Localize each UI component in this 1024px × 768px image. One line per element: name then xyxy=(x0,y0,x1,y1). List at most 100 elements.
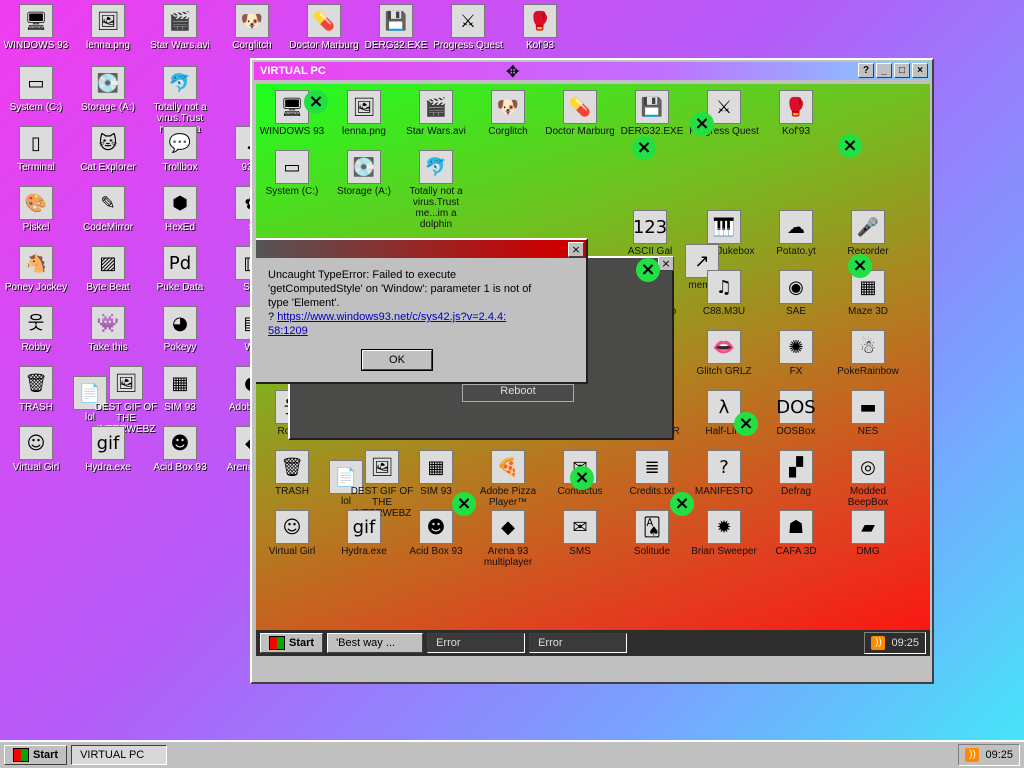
desktop-icon-label: Acid Box 93 xyxy=(153,462,207,473)
virtual-desktop-icon[interactable]: DOS DOSBox xyxy=(760,390,832,437)
desktop-icon[interactable]: ⬢ HexEd xyxy=(144,186,216,233)
desktop-icon[interactable]: ☻ Acid Box 93 xyxy=(144,426,216,473)
virtual-desktop-icon[interactable]: ◉ SAE xyxy=(760,270,832,317)
mine-icon: ✹ xyxy=(707,510,741,544)
virtual-desktop-icon[interactable]: ☁ Potato.yt xyxy=(760,210,832,257)
virtual-desktop-icon[interactable]: ≣ Credits.txt xyxy=(616,450,688,497)
virtual-taskbar: Start 'Best way ... Error Error )) 09:25 xyxy=(256,630,930,656)
virtual-desktop-icon-label: Storage (A:) xyxy=(337,186,391,197)
error-dialog-titlebar[interactable]: × xyxy=(256,240,586,258)
virtual-desktop-icon[interactable]: 💊 Doctor Marburg xyxy=(544,90,616,137)
rss-icon[interactable]: )) xyxy=(871,636,886,650)
desktop-icon[interactable]: ☺ Virtual Girl xyxy=(0,426,72,473)
error-message: Uncaught TypeError: Failed to execute 'g… xyxy=(256,258,586,348)
desktop-icon[interactable]: ▨ Byte Beat xyxy=(72,246,144,293)
desktop-icon[interactable]: 💽 Storage (A:) xyxy=(72,66,144,113)
desktop-icon[interactable]: ⚔ Progress Quest xyxy=(432,4,504,51)
ok-button[interactable]: OK xyxy=(361,349,433,371)
virtual-desktop-icon[interactable]: ◆ Arena 93 multiplayer xyxy=(472,510,544,568)
virtual-pc-window[interactable]: VIRTUAL PC ? _ □ × 🖥 WINDOWS 93 🖼 lenna.png… xyxy=(250,58,934,684)
face-icon: ☺ xyxy=(275,510,309,544)
pd-icon: Pd xyxy=(163,246,197,280)
desktop-icon[interactable]: 🖥 WINDOWS 93 xyxy=(0,4,72,51)
virtual-desktop-icon[interactable]: ? MANIFESTO xyxy=(688,450,760,497)
desktop-icon[interactable]: 🐶 Corglitch xyxy=(216,4,288,51)
desktop-icon-label: Progress Quest xyxy=(433,40,503,51)
desktop-icon[interactable]: 🎨 Piskel xyxy=(0,186,72,233)
close-icon[interactable]: × xyxy=(658,256,674,271)
virtual-desktop-icon[interactable]: ◎ Modded BeepBox xyxy=(832,450,904,508)
x-marker-icon: × xyxy=(690,112,714,136)
virtual-desktop-icon-label: Glitch GRLZ xyxy=(696,366,752,377)
virtual-pc-titlebar[interactable]: VIRTUAL PC ? _ □ × xyxy=(254,62,930,80)
desktop-icon-label: Virtual Girl xyxy=(12,462,60,473)
start-button[interactable]: Start xyxy=(4,745,68,765)
desktop-icon[interactable]: ▯ Terminal xyxy=(0,126,72,173)
virtual-desktop-icon[interactable]: ☻ Acid Box 93 xyxy=(400,510,472,557)
help-button[interactable]: ? xyxy=(858,63,874,78)
desktop-icon[interactable]: ▭ System (C:) xyxy=(0,66,72,113)
minimize-button[interactable]: _ xyxy=(876,63,892,78)
virtual-desktop-icon[interactable]: ▬ NES xyxy=(832,390,904,437)
virtual-desktop-icon[interactable]: ▦ SIM 93 xyxy=(400,450,472,497)
virtual-desktop-icon[interactable]: 🥊 Kof'93 xyxy=(760,90,832,137)
fx-icon: ✺ xyxy=(779,330,813,364)
virtual-desktop-icon-label: lenna.png xyxy=(342,126,386,137)
virtual-desktop-icon[interactable]: 🐶 Corglitch xyxy=(472,90,544,137)
desktop-icon[interactable]: 🖼 lenna.png xyxy=(72,4,144,51)
virtual-desktop-icon[interactable]: 💽 Storage (A:) xyxy=(328,150,400,197)
reboot-button[interactable]: Reboot xyxy=(462,384,574,402)
virtual-desktop-icon[interactable]: ▦ Maze 3D xyxy=(832,270,904,317)
virtual-desktop-icon[interactable]: ☃ PokeRainbow xyxy=(832,330,904,377)
virtual-desktop-icon[interactable]: 🍕 Adobe Pizza Player™ xyxy=(472,450,544,508)
virtual-desktop-icon[interactable]: gif Hydra.exe xyxy=(328,510,400,557)
virtual-desktop-icon[interactable]: ✺ FX xyxy=(760,330,832,377)
virtual-desktop-icon[interactable]: 👄 Glitch GRLZ xyxy=(688,330,760,377)
virtual-desktop-icon-label: C88.M3U xyxy=(702,306,746,317)
task-button-virtual-pc[interactable]: VIRTUAL PC xyxy=(71,745,168,765)
desktop-icon[interactable]: Pd Puke Data xyxy=(144,246,216,293)
virtual-desktop-icon-label: Recorder xyxy=(847,246,889,257)
desktop-icon[interactable]: ✎ CodeMirror xyxy=(72,186,144,233)
virtual-desktop-icon[interactable]: 🂡 Solitude xyxy=(616,510,688,557)
virtual-desktop-icon[interactable]: 🖼 lenna.png xyxy=(328,90,400,137)
desktop-icon[interactable]: 🐴 Poney Jockey xyxy=(0,246,72,293)
dog-icon: 🐶 xyxy=(491,90,525,124)
maximize-button[interactable]: □ xyxy=(894,63,910,78)
desktop-icon[interactable]: 👾 Take this xyxy=(72,306,144,353)
rss-icon[interactable]: )) xyxy=(965,748,980,762)
desktop-icon[interactable]: 🐱 Cat Explorer xyxy=(72,126,144,173)
virtual-task-button[interactable]: Error xyxy=(427,633,526,653)
error-close-button[interactable]: × xyxy=(568,242,584,257)
virtual-desktop-icon[interactable]: ▰ DMG xyxy=(832,510,904,557)
virtual-desktop-icon[interactable]: ☗ CAFA 3D xyxy=(760,510,832,557)
desktop-icon[interactable]: 💊 Doctor Marburg xyxy=(288,4,360,51)
desktop-icon[interactable]: 🥊 Kof'93 xyxy=(504,4,576,51)
virtual-screen[interactable]: 🖥 WINDOWS 93 🖼 lenna.png 🎬 Star Wars.avi 🐶 Corg… xyxy=(256,84,930,656)
desktop-icon[interactable]: gif Hydra.exe xyxy=(72,426,144,473)
virtual-desktop-icon[interactable]: ▞ Defrag xyxy=(760,450,832,497)
close-button[interactable]: × xyxy=(912,63,928,78)
virtual-task-button[interactable]: Error xyxy=(529,633,628,653)
desktop-icon[interactable]: 웃 Robby xyxy=(0,306,72,353)
virtual-desktop-icon[interactable]: ☺ Virtual Girl xyxy=(256,510,328,557)
desktop-icon-label: Doctor Marburg xyxy=(289,40,359,51)
virtual-desktop-icon[interactable]: 🎬 Star Wars.avi xyxy=(400,90,472,137)
virtual-start-button[interactable]: Start xyxy=(260,633,324,653)
virtual-desktop-icon[interactable]: ▭ System (C:) xyxy=(256,150,328,197)
virtual-task-button[interactable]: 'Best way ... xyxy=(327,633,424,653)
virtual-desktop-icon[interactable]: 💾 DERG32.EXE xyxy=(616,90,688,137)
error-source-link[interactable]: https://www.windows93.net/c/sys42.js?v=2… xyxy=(268,311,506,337)
virtual-desktop-icon[interactable]: 🎤 Recorder xyxy=(832,210,904,257)
desktop-icon[interactable]: 💬 Trollbox xyxy=(144,126,216,173)
virtual-desktop-icon[interactable]: ♫ C88.M3U xyxy=(688,270,760,317)
virtual-desktop-icon[interactable]: 🐬 Totally not a virus.Trust me...im a dol… xyxy=(400,150,472,230)
desktop-icon[interactable]: ◕ Pokeyy xyxy=(144,306,216,353)
virtual-desktop-icon[interactable]: ✉ SMS xyxy=(544,510,616,557)
desktop-icon[interactable]: 🎬 Star Wars.avi xyxy=(144,4,216,51)
desktop-icon-label: System (C:) xyxy=(9,102,63,113)
desktop-icon[interactable]: 💾 DERG32.EXE xyxy=(360,4,432,51)
bytebeat-icon: ▨ xyxy=(91,246,125,280)
virtual-desktop-icon[interactable]: ✹ Brian Sweeper xyxy=(688,510,760,557)
desktop-icon[interactable]: ▦ SIM 93 xyxy=(144,366,216,413)
